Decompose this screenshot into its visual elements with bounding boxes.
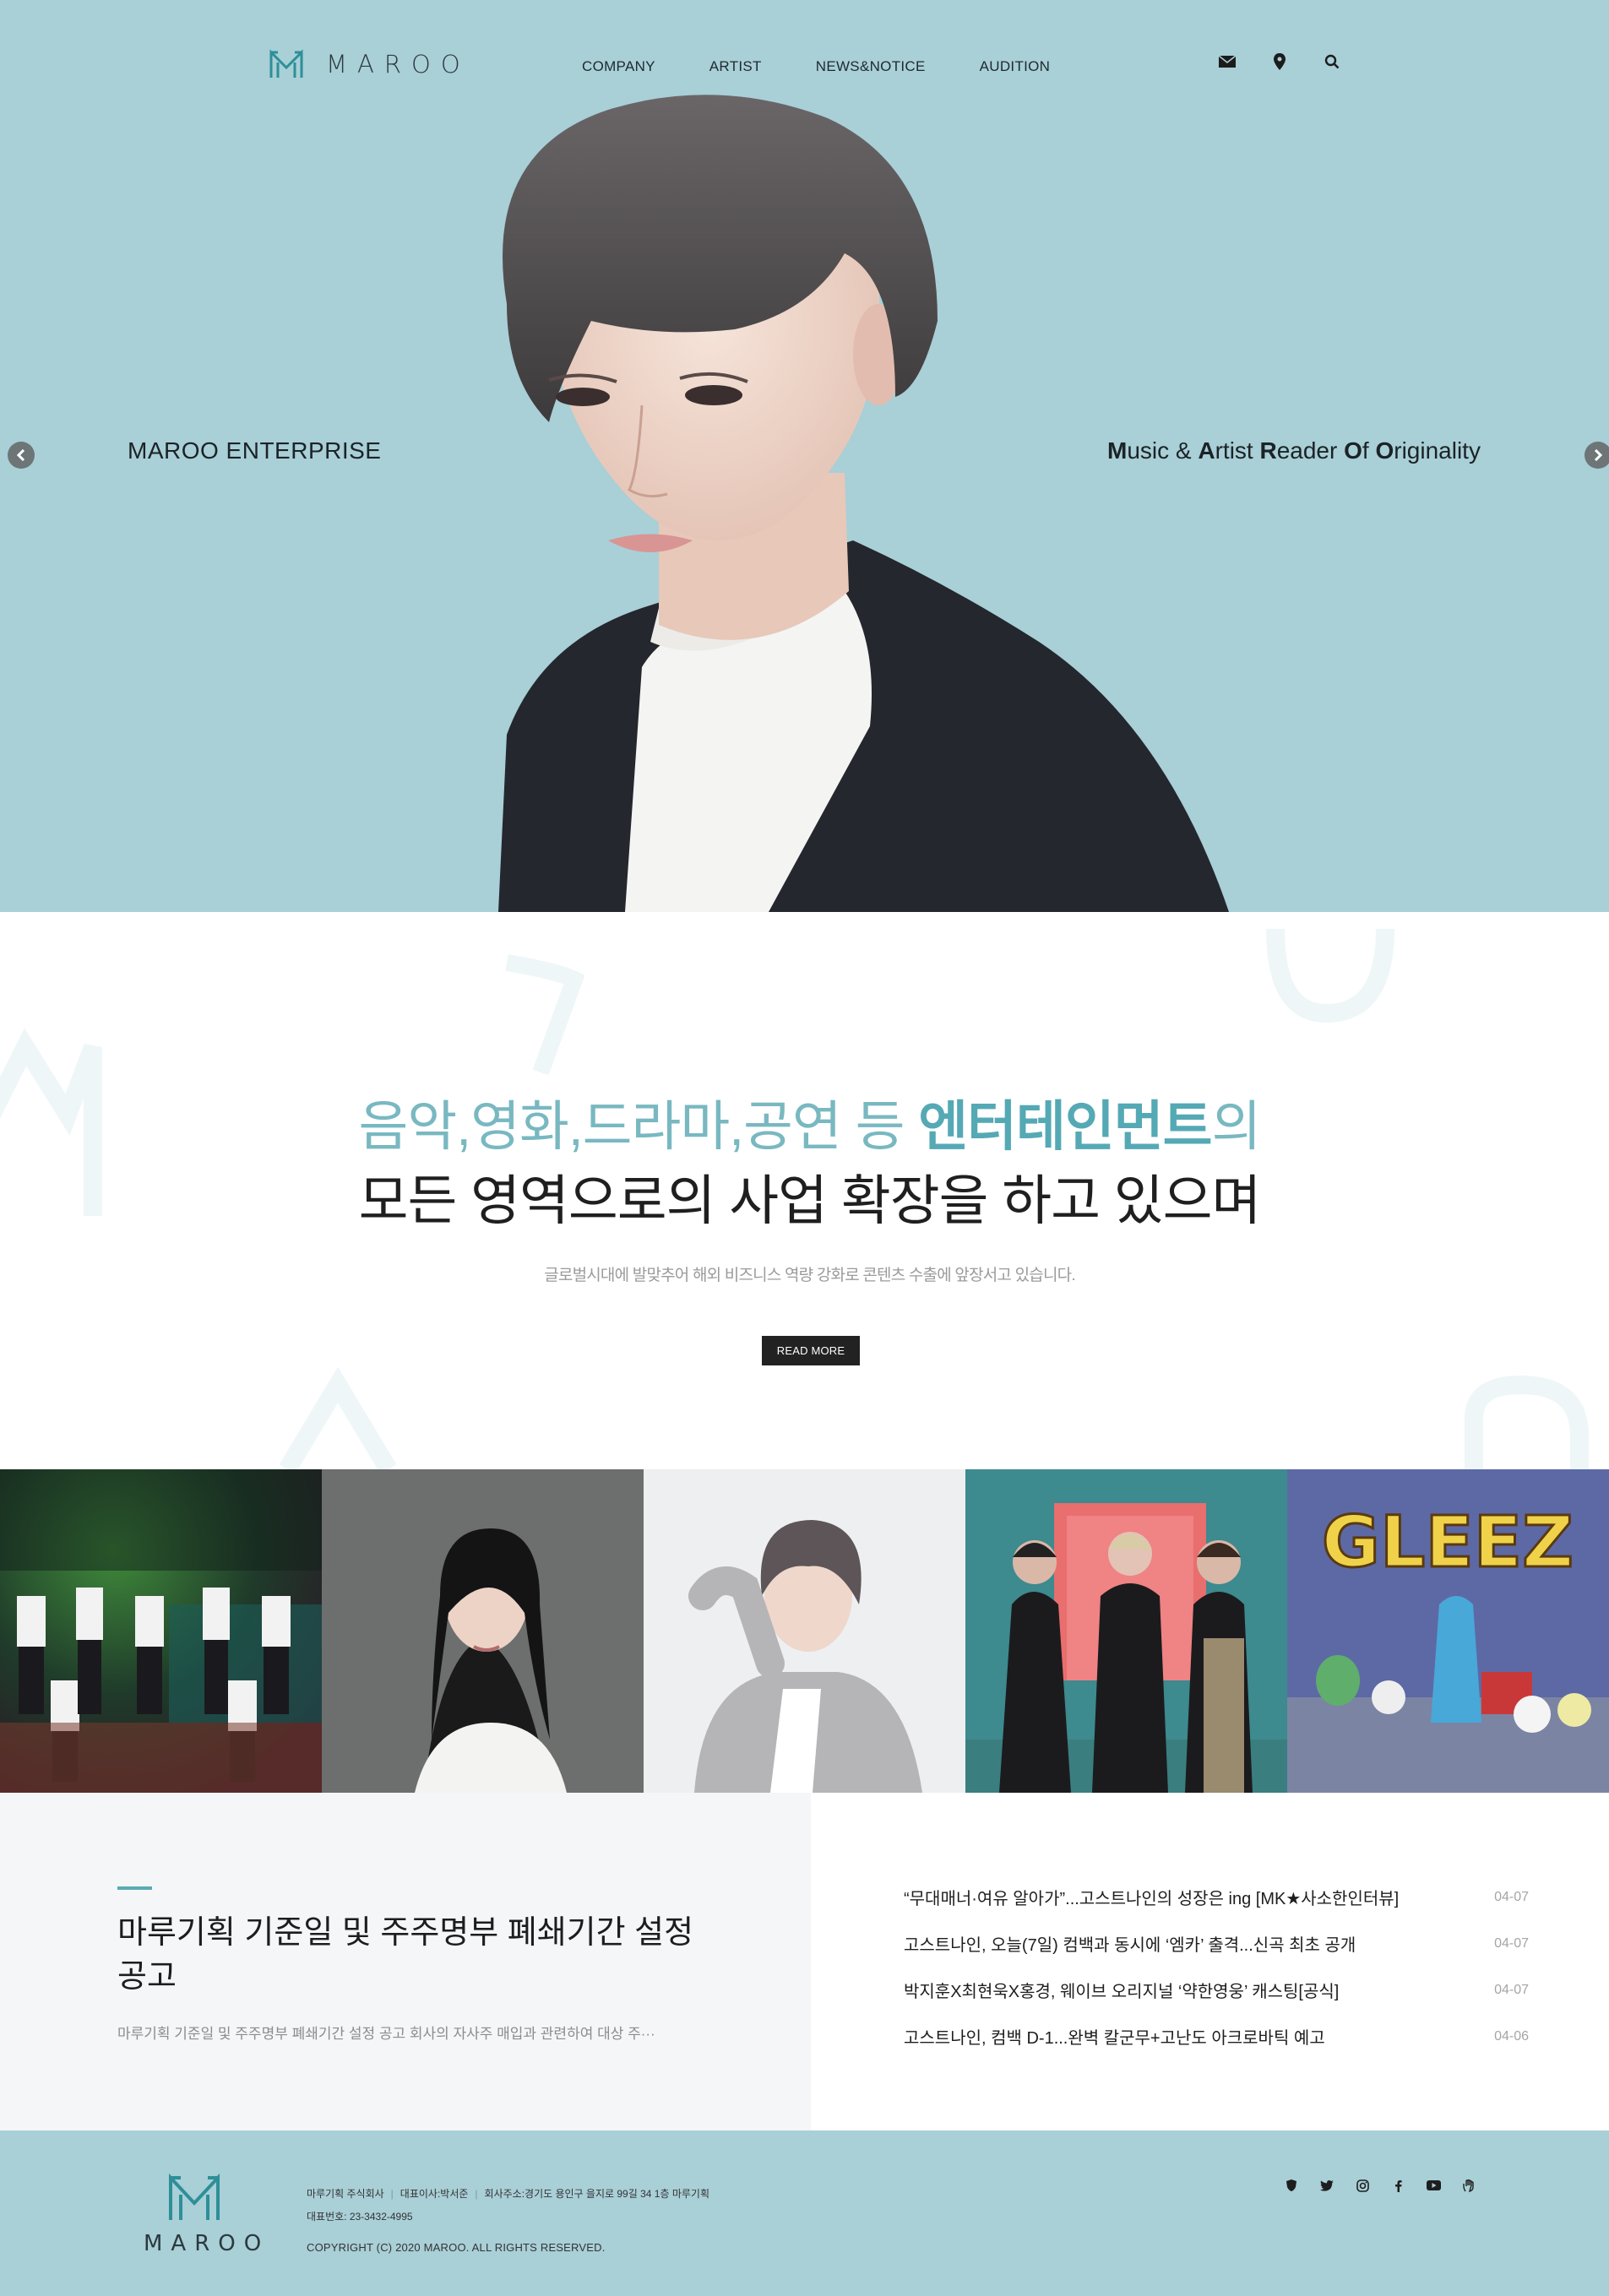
- top-navigation: MAROO COMPANY ARTIST NEWS&NOTICE AUDITIO…: [0, 0, 1609, 135]
- intro-headline-line2: 모든 영역으로의 사업 확장을 하고 있으며: [358, 1170, 1262, 1231]
- intro-section: 음악,영화,드라마,공연 등 엔터테인먼트의 모든 영역으로의 사업 확장을 하…: [0, 912, 1609, 1469]
- header-icons: [1218, 52, 1341, 71]
- actress-portrait-tile[interactable]: [322, 1469, 644, 1793]
- news-title: 고스트나인, 컴백 D-1...완벽 칼군무+고난도 아크로바틱 예고: [904, 2029, 1325, 2048]
- news-title: 박지훈X최현욱X홍경, 웨이브 오리지널 ‘약한영웅’ 캐스팅[공식]: [904, 1983, 1340, 2001]
- shield-icon[interactable]: [1284, 2178, 1299, 2193]
- trio-photo-tile[interactable]: [965, 1469, 1287, 1793]
- company-phone: 대표번호: 23-3432-4995: [307, 2211, 413, 2223]
- hero-left-caption: MAROO ENTERPRISE: [128, 437, 382, 464]
- singer-portrait-tile[interactable]: [644, 1469, 965, 1793]
- maroo-logo-icon: [169, 2173, 220, 2220]
- news-item[interactable]: 고스트나인, 오늘(7일) 컴백과 동시에 ‘엠카’ 출격...신곡 최초 공개…: [904, 1931, 1529, 1956]
- company-address: 회사주소:경기도 용인구 을지로 99길 34 1층 마루기획: [484, 2188, 709, 2200]
- gleez-tile[interactable]: GLEEZ: [1287, 1469, 1609, 1793]
- facebook-icon[interactable]: [1390, 2178, 1405, 2193]
- footer-logo[interactable]: MAROO: [144, 2173, 270, 2256]
- accent-bar: [117, 1886, 152, 1890]
- site-footer: MAROO 마루기획 주식회사 | 대표이사:박서준 | 회사주소:경기도 용인구 을지…: [0, 2130, 1609, 2296]
- hero-right-caption: Music & Artist Reader Of Originality: [1107, 437, 1481, 464]
- news-date: 04-06: [1494, 2028, 1529, 2044]
- chevron-left-icon: [16, 449, 25, 461]
- site-logo[interactable]: MAROO: [269, 49, 470, 79]
- footer-logo-text: MAROO: [144, 2231, 270, 2256]
- news-title: “무대매너·여유 알아가”...고스트나인의 성장은 ing [MK★사소한인터…: [904, 1890, 1400, 1908]
- mail-icon[interactable]: [1218, 52, 1237, 71]
- news-list: “무대매너·여유 알아가”...고스트나인의 성장은 ing [MK★사소한인터…: [811, 1793, 1609, 2130]
- ceo-name: 대표이사:박서준: [400, 2188, 469, 2200]
- news-item[interactable]: 고스트나인, 컴백 D-1...완벽 칼군무+고난도 아크로바틱 예고 04-0…: [904, 2024, 1529, 2049]
- chevron-right-icon: [1594, 449, 1603, 461]
- copyright: COPYRIGHT (C) 2020 MAROO. ALL RIGHTS RES…: [307, 2241, 606, 2254]
- menu-item-artist[interactable]: ARTIST: [709, 58, 762, 75]
- location-pin-icon[interactable]: [1270, 52, 1289, 71]
- news-item[interactable]: 박지훈X최현욱X홍경, 웨이브 오리지널 ‘약한영웅’ 캐스팅[공식] 04-0…: [904, 1978, 1529, 2002]
- maroo-logo-icon: [269, 49, 304, 79]
- group-photo-tile[interactable]: [0, 1469, 322, 1793]
- twitter-icon[interactable]: [1319, 2178, 1334, 2193]
- featured-notice: 마루기획 기준일 및 주주명부 폐쇄기간 설정 공고 마루기획 기준일 및 주주…: [0, 1793, 811, 2130]
- hero-slider: MAROO COMPANY ARTIST NEWS&NOTICE AUDITIO…: [0, 0, 1609, 912]
- menu-item-audition[interactable]: AUDITION: [980, 58, 1051, 75]
- read-more-button[interactable]: READ MORE: [762, 1336, 860, 1365]
- notice-description: 마루기획 기준일 및 주주명부 폐쇄기간 설정 공고 회사의 자사주 매입과 관…: [117, 2026, 655, 2042]
- company-name: 마루기획 주식회사: [307, 2188, 384, 2200]
- instagram-icon[interactable]: [1355, 2178, 1370, 2193]
- youtube-icon[interactable]: [1426, 2178, 1441, 2193]
- news-date: 04-07: [1494, 1935, 1529, 1951]
- hand-icon[interactable]: [1461, 2178, 1476, 2193]
- intro-headline-line1: 음악,영화,드라마,공연 등 엔터테인먼트의: [358, 1096, 1262, 1157]
- company-info: 마루기획 주식회사 | 대표이사:박서준 | 회사주소:경기도 용인구 을지로 99길 …: [307, 2183, 709, 2228]
- menu-item-company[interactable]: COMPANY: [582, 58, 655, 75]
- main-menu: COMPANY ARTIST NEWS&NOTICE AUDITION: [582, 58, 1104, 75]
- intro-subtext: 글로벌시대에 발맞추어 해외 비즈니스 역량 강화로 콘텐츠 수출에 앞장서고 …: [544, 1267, 1075, 1284]
- notice-title[interactable]: 마루기획 기준일 및 주주명부 폐쇄기간 설정 공고: [117, 1911, 709, 1999]
- artist-gallery: GLEEZ: [0, 1469, 1609, 1793]
- menu-item-news-notice[interactable]: NEWS&NOTICE: [816, 58, 926, 75]
- gleez-logo-text: GLEEZ: [1322, 1501, 1574, 1583]
- logo-text: MAROO: [326, 50, 470, 79]
- news-item[interactable]: “무대매너·여유 알아가”...고스트나인의 성장은 ing [MK★사소한인터…: [904, 1885, 1529, 1909]
- news-date: 04-07: [1494, 1982, 1529, 1997]
- social-links: [1284, 2178, 1476, 2193]
- news-date: 04-07: [1494, 1889, 1529, 1904]
- slider-prev-button[interactable]: [8, 442, 35, 469]
- search-icon[interactable]: [1323, 52, 1341, 71]
- news-title: 고스트나인, 오늘(7일) 컴백과 동시에 ‘엠카’ 출격...신곡 최초 공개: [904, 1936, 1356, 1955]
- slider-next-button[interactable]: [1585, 442, 1609, 469]
